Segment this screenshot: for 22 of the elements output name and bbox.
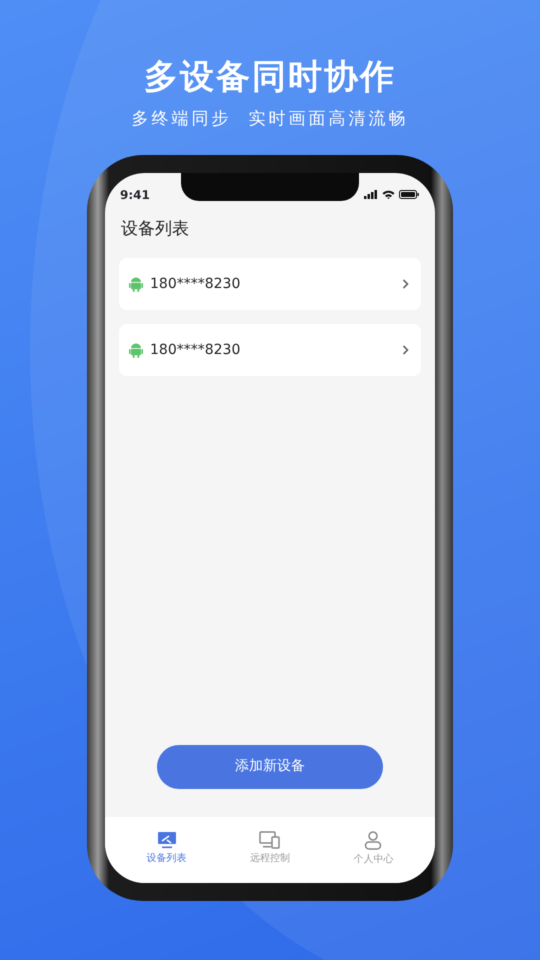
monitor-icon <box>156 830 177 848</box>
chevron-right-icon <box>402 345 409 355</box>
android-icon <box>129 276 143 292</box>
battery-icon <box>399 190 419 199</box>
chevron-right-icon <box>402 279 409 289</box>
devices-icon <box>258 830 281 848</box>
device-row[interactable]: 180****8230 <box>119 258 421 310</box>
tab[interactable]: 远程控制 <box>250 830 290 882</box>
device-number: 180****8230 <box>150 340 242 360</box>
status-time: 9:41 <box>120 186 150 204</box>
headline: 多设备同时协作 <box>143 56 397 99</box>
tab[interactable]: 个人中心 <box>353 830 394 882</box>
tab[interactable]: 设备列表 <box>146 830 187 882</box>
wifi-icon <box>382 190 395 199</box>
page-title: 设备列表 <box>120 218 190 240</box>
android-icon <box>129 342 143 358</box>
add-device-button[interactable]: 添加新设备 <box>157 744 383 788</box>
device-row[interactable]: 180****8230 <box>119 324 421 376</box>
signal-icon <box>364 190 378 199</box>
subtitle: 多终端同步 实时画面高清流畅 <box>130 108 410 131</box>
device-number: 180****8230 <box>150 274 242 294</box>
person-icon <box>364 830 382 850</box>
